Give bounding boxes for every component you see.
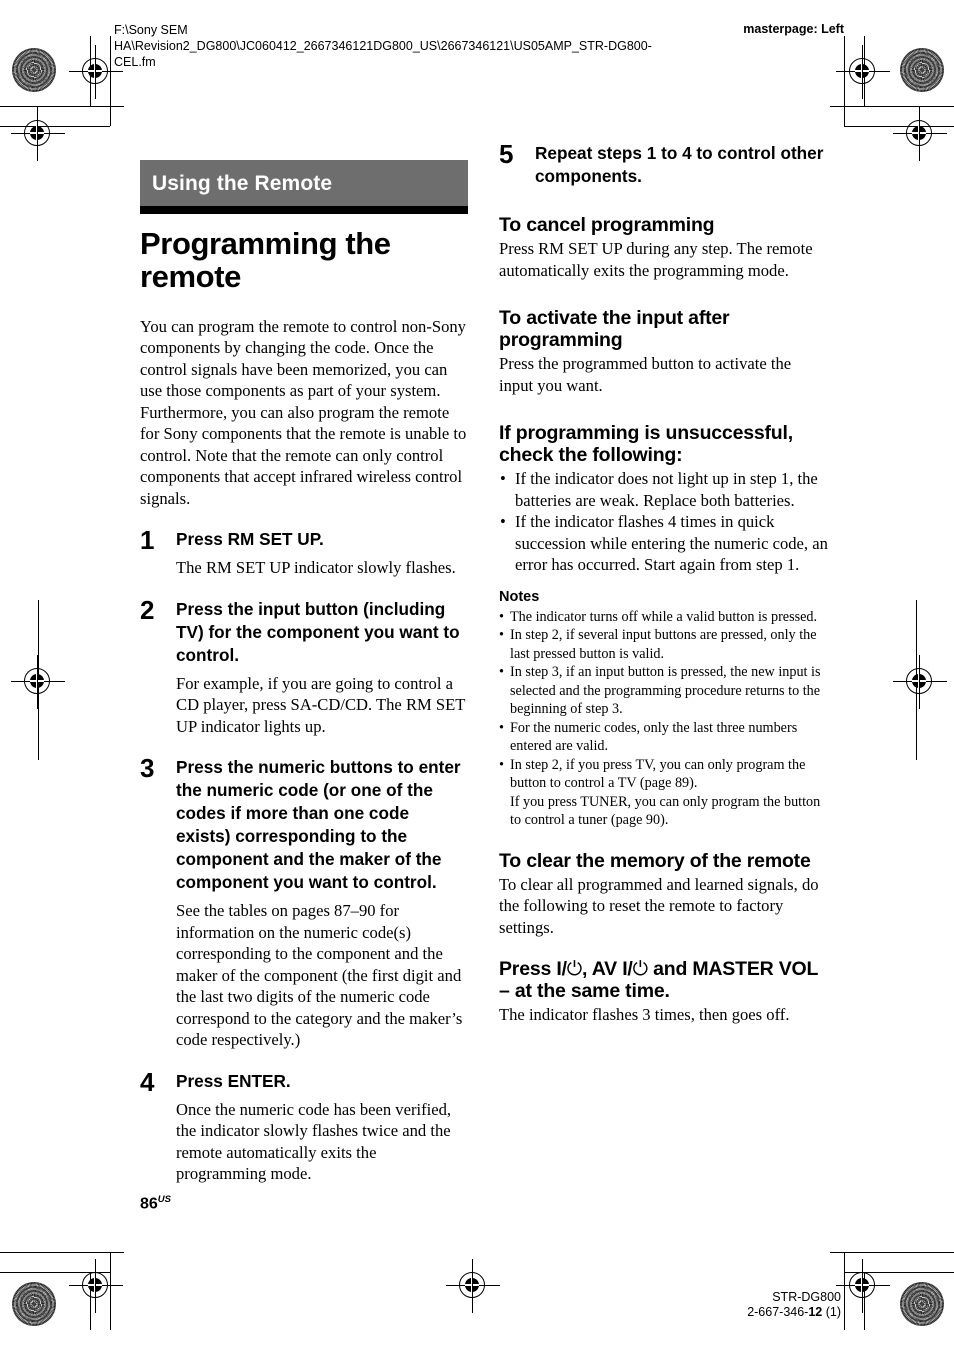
power-symbol-icon: ⏻ — [632, 957, 648, 980]
note-item: For the numeric codes, only the last thr… — [499, 719, 829, 756]
step-3: 3 Press the numeric buttons to enter the… — [140, 753, 468, 1051]
note-item: In step 2, if several input buttons are … — [499, 626, 829, 663]
text-cancel-programming: Press RM SET UP during any step. The rem… — [499, 239, 813, 280]
heading-unsuccessful: If programming is unsuccessful, check th… — [499, 422, 793, 466]
note-text: For the numeric codes, only the last thr… — [510, 719, 798, 755]
step-number: 5 — [499, 139, 514, 169]
heading-activate-input: To activate the input after programming — [499, 307, 730, 351]
right-column: 5 Repeat steps 1 to 4 to control other c… — [499, 139, 829, 1026]
step-detail: See the tables on pages 87–90 for inform… — [176, 901, 463, 1050]
step-heading: Press RM SET UP. — [176, 529, 324, 550]
press-power-pre: Press I/ — [499, 958, 567, 980]
list-item: If the indicator flashes 4 times in quic… — [499, 511, 829, 576]
step-heading: Press the input button (including TV) fo… — [176, 598, 460, 665]
step-5: 5 Repeat steps 1 to 4 to control other c… — [499, 139, 829, 188]
text-clear-memory: To clear all programmed and learned sign… — [499, 874, 819, 937]
heading-press-power-combo: Press I/⏻, AV I/⏻ and MASTER VOL – at th… — [499, 957, 829, 1003]
note-text: In step 2, if several input buttons are … — [510, 627, 817, 662]
step-body: Press ENTER. Once the numeric code has b… — [176, 1070, 468, 1185]
step-4: 4 Press ENTER. Once the numeric code has… — [140, 1066, 468, 1185]
part-number: 2-667-346-12 (1) — [747, 1305, 841, 1320]
list-notes: The indicator turns off while a valid bu… — [499, 608, 829, 830]
section-banner: Using the Remote — [140, 160, 468, 206]
step-body: Press RM SET UP. The RM SET UP indicator… — [176, 528, 468, 579]
note-text: In step 3, if an input button is pressed… — [510, 664, 821, 717]
step-detail: Once the numeric code has been verified,… — [176, 1099, 452, 1184]
step-1: 1 Press RM SET UP. The RM SET UP indicat… — [140, 525, 468, 579]
banner-underline — [140, 206, 468, 214]
page-title: Programming the remote — [140, 226, 391, 294]
step-number: 2 — [140, 594, 155, 625]
note-item: In step 3, if an input button is pressed… — [499, 663, 829, 719]
left-column: Using the Remote Programming the remote … — [140, 160, 468, 1185]
page-number-value: 86 — [140, 1195, 158, 1213]
step-detail: The RM SET UP indicator slowly flashes. — [176, 558, 456, 578]
note-text: The indicator turns off while a valid bu… — [510, 608, 818, 625]
note-text-continued: If you press TUNER, you can only program… — [510, 793, 821, 829]
page-number: 86US — [140, 1194, 171, 1213]
note-item: The indicator turns off while a valid bu… — [499, 608, 829, 627]
list-item: If the indicator does not light up in st… — [499, 468, 829, 511]
note-item: In step 2, if you press TV, you can only… — [499, 756, 829, 830]
heading-clear-memory: To clear the memory of the remote — [499, 849, 811, 872]
part-number-prefix: 2-667-346- — [747, 1305, 809, 1319]
power-symbol-icon: ⏻ — [566, 957, 583, 980]
part-number-suffix: (1) — [822, 1305, 841, 1319]
text-activate-input: Press the programmed button to activate … — [499, 354, 792, 395]
step-number: 3 — [140, 753, 155, 784]
note-text: In step 2, if you press TV, you can only… — [510, 756, 806, 792]
step-body: Repeat steps 1 to 4 to control other com… — [535, 142, 829, 188]
part-number-revision: 12 — [808, 1305, 823, 1319]
list-unsuccessful-checks: If the indicator does not light up in st… — [499, 468, 829, 576]
press-power-mid: , AV I/ — [582, 958, 633, 980]
text-press-power-combo: The indicator flashes 3 times, then goes… — [499, 1005, 790, 1024]
heading-notes: Notes — [499, 588, 540, 605]
step-number: 1 — [140, 525, 155, 556]
step-number: 4 — [140, 1066, 155, 1097]
step-heading: Repeat steps 1 to 4 to control other com… — [535, 143, 824, 186]
step-heading: Press ENTER. — [176, 1070, 291, 1091]
step-detail: For example, if you are going to control… — [176, 673, 466, 736]
page-content: Using the Remote Programming the remote … — [0, 0, 954, 1364]
heading-cancel-programming: To cancel programming — [499, 214, 715, 236]
step-2: 2 Press the input button (including TV) … — [140, 594, 468, 738]
model-name: STR-DG800 — [772, 1290, 841, 1304]
step-heading: Press the numeric buttons to enter the n… — [176, 757, 461, 893]
page-number-region: US — [157, 1194, 171, 1205]
colophon: STR-DG800 2-667-346-12 (1) — [747, 1290, 841, 1320]
step-body: Press the numeric buttons to enter the n… — [176, 756, 468, 1051]
intro-paragraph: You can program the remote to control no… — [140, 316, 467, 508]
step-body: Press the input button (including TV) fo… — [176, 598, 468, 738]
